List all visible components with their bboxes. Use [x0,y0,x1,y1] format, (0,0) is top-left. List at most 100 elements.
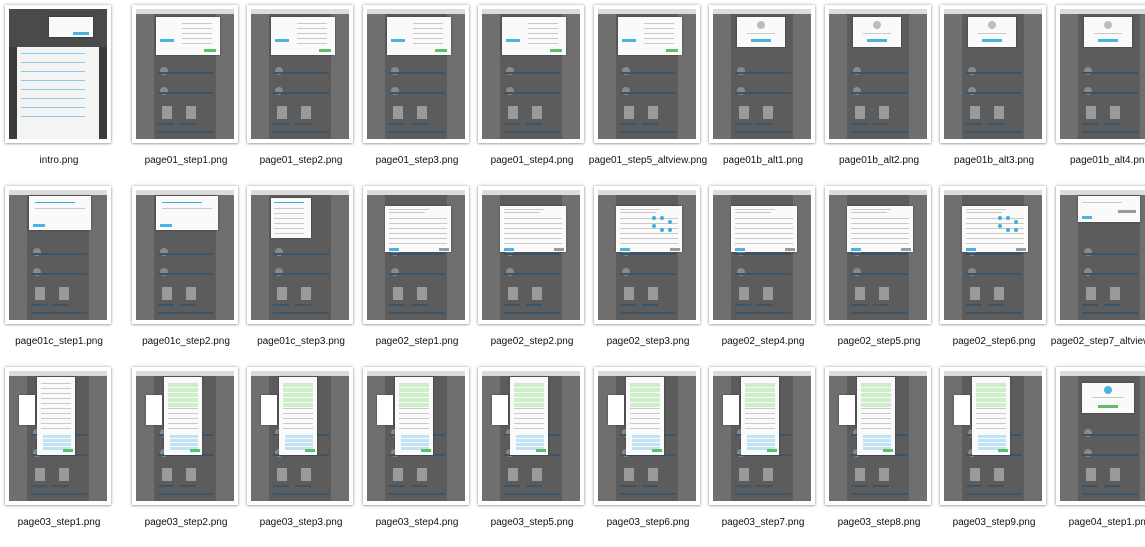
modal-button [735,248,745,251]
thumb-row-c [273,123,289,125]
file-thumbnail[interactable] [247,367,353,505]
modal-field [514,398,544,402]
thumb-row-a [158,72,214,74]
modal-field [745,388,775,392]
modal-line [274,218,304,219]
file-item[interactable]: page02_step7_altview.png [1051,186,1145,366]
thumb-row-c [158,485,174,487]
file-thumbnail[interactable] [478,5,584,143]
thumb-row-b [389,92,445,94]
thumb-doc-a [277,468,287,481]
file-thumbnail[interactable] [825,5,931,143]
thumbnail-preview [482,371,580,501]
file-thumbnail[interactable] [940,367,1046,505]
file-thumbnail[interactable] [709,5,815,143]
file-thumbnail[interactable] [363,186,469,324]
modal-field [976,428,1006,429]
thumb-row-e [273,493,329,495]
file-thumbnail[interactable] [1056,367,1145,505]
modal-dialog [1078,196,1140,222]
file-thumbnail[interactable] [1056,186,1145,324]
modal-dialog [156,196,218,230]
modal-field [401,435,429,438]
file-thumbnail[interactable] [478,186,584,324]
modal-field [41,413,71,414]
modal-line [274,213,304,214]
modal-line [735,238,793,239]
thumb-row-c [1082,123,1098,125]
file-item[interactable]: page01c_step1.png [5,186,113,366]
file-thumbnail[interactable] [940,186,1046,324]
modal-field [745,423,775,424]
modal-line [274,202,304,203]
modal-line [389,233,447,234]
thumb-doc-b [59,287,69,300]
thumb-row-b [620,273,676,275]
modal-line [182,23,212,24]
modal-confirm-button [536,449,546,452]
modal-field [745,398,775,402]
file-thumbnail[interactable] [825,186,931,324]
file-thumbnail[interactable] [247,186,353,324]
file-thumbnail[interactable] [247,5,353,143]
file-thumbnail[interactable] [5,367,111,505]
file-thumbnail[interactable] [132,367,238,505]
modal-line [851,223,909,224]
file-thumbnail[interactable] [709,186,815,324]
file-thumbnail[interactable] [5,5,111,143]
thumbnail-preview [136,371,234,501]
modal-line [413,43,443,44]
modal-line [620,243,678,244]
file-thumbnail[interactable] [825,367,931,505]
file-thumbnail[interactable] [5,186,111,324]
modal-dialog [737,17,785,47]
modal-line [620,238,678,239]
thumb-row-d [180,485,196,487]
modal-line [504,228,562,229]
modal-field [168,383,198,387]
thumb-row-e [620,131,676,133]
file-grid: intro.png page01_step1.png page01_step2.pn… [0,0,1145,536]
thumb-row-a [504,72,560,74]
modal-dialog [279,377,317,455]
file-thumbnail[interactable] [132,5,238,143]
modal-line [504,238,562,239]
thumb-row-a [735,253,791,255]
file-item[interactable]: intro.png [5,5,113,185]
file-thumbnail[interactable] [594,367,700,505]
file-thumbnail[interactable] [594,186,700,324]
thumbnail-preview [136,9,234,139]
file-item[interactable]: page01b_alt4.png [1056,5,1145,185]
modal-dot [652,216,656,220]
thumbnail-preview [1060,9,1145,139]
file-item[interactable]: page04_step1.png [1056,367,1145,547]
thumbnail-preview [9,9,107,139]
file-thumbnail[interactable] [1056,5,1145,143]
modal-dialog [387,17,451,55]
file-thumbnail[interactable] [132,186,238,324]
file-item[interactable]: page03_step1.png [5,367,113,547]
thumb-doc-a [739,106,749,119]
file-thumbnail[interactable] [363,367,469,505]
file-thumbnail[interactable] [594,5,700,143]
modal-dialog [731,206,797,252]
modal-side-note [608,395,624,425]
file-thumbnail[interactable] [709,367,815,505]
modal-field [863,435,891,438]
modal-field [632,443,660,446]
intro-card [49,17,93,37]
modal-icon [757,21,765,29]
file-thumbnail[interactable] [478,367,584,505]
modal-field [401,439,429,442]
thumb-row-d [873,123,889,125]
modal-line [297,33,327,34]
modal-line [735,209,775,210]
thumb-row-c [504,123,520,125]
file-thumbnail[interactable] [363,5,469,143]
thumb-row-e [966,493,1022,495]
thumb-row-e [273,131,329,133]
file-thumbnail[interactable] [940,5,1046,143]
modal-field [283,423,313,424]
thumb-doc-b [648,106,658,119]
thumb-doc-b [532,468,542,481]
